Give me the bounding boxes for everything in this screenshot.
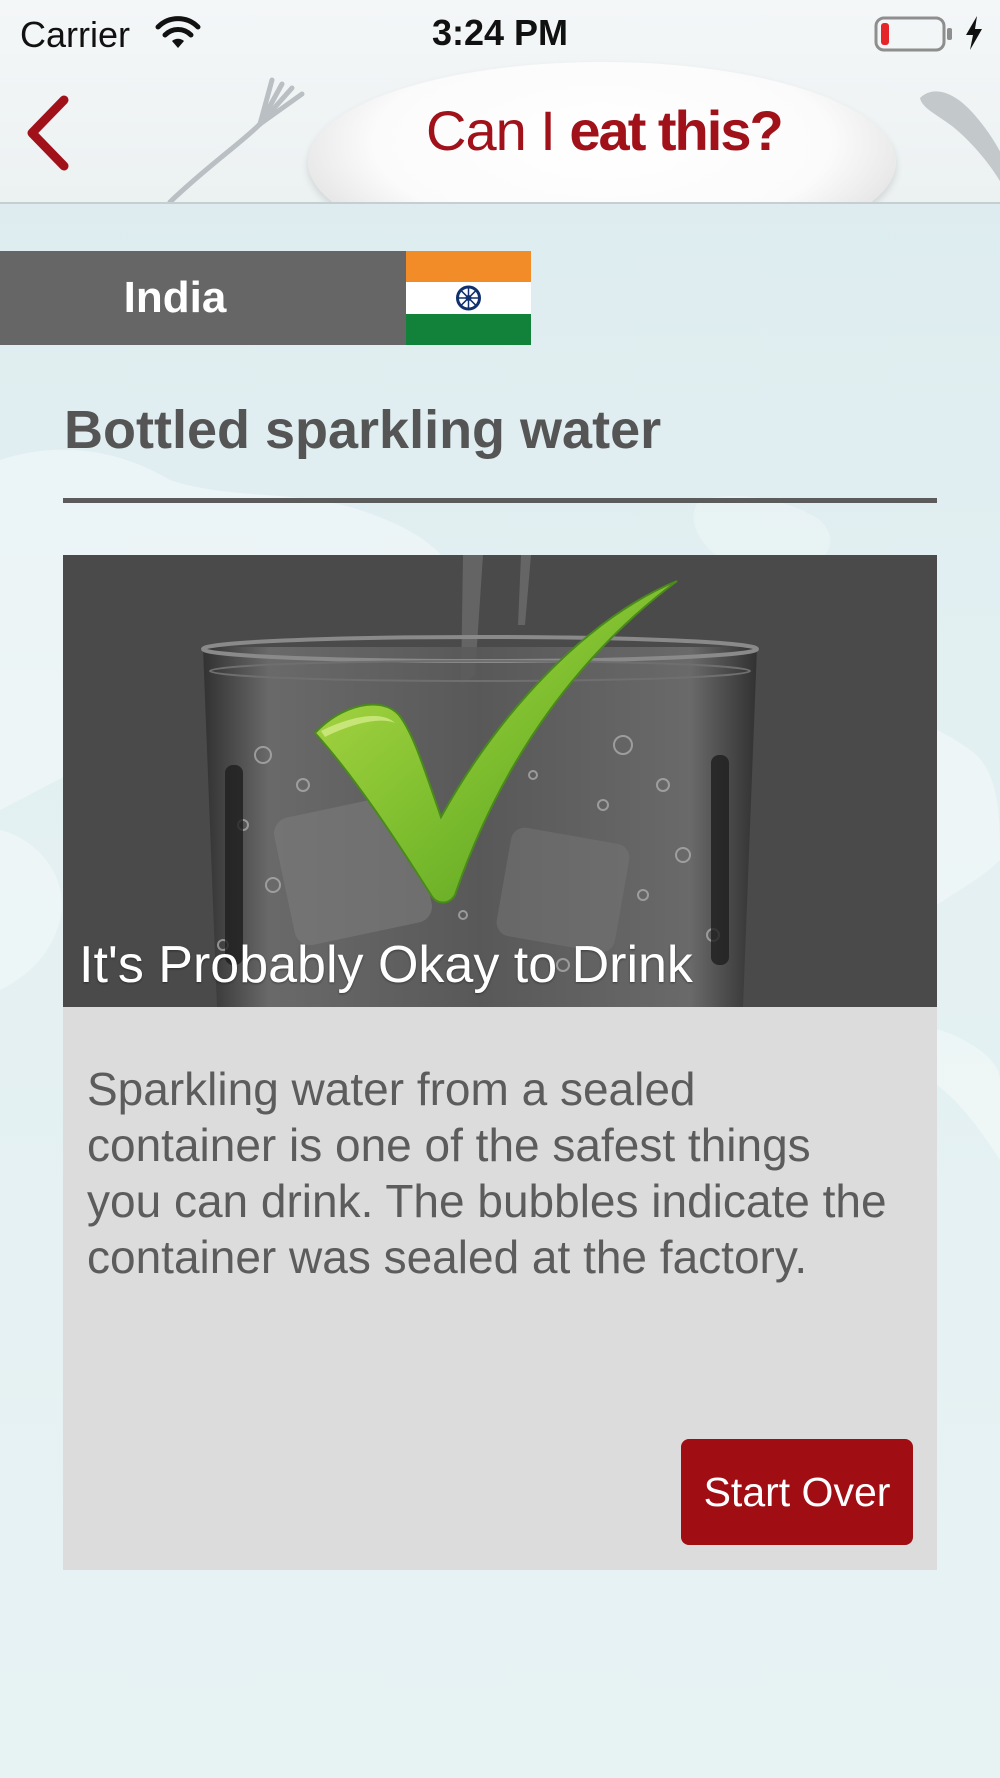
country-name: India [123,273,227,322]
country-bar: India [0,251,406,345]
item-description: Sparkling water from a sealed container … [87,1063,887,1283]
battery-low-icon [874,16,952,52]
india-flag-icon [406,251,531,345]
title-divider [63,498,937,503]
status-bar: Carrier 3:24 PM [0,0,1000,66]
description-panel: Sparkling water from a sealed container … [63,1007,937,1570]
knife-icon [920,91,1000,182]
verdict-label: It's Probably Okay to Drink [79,936,693,994]
charging-bolt-icon [966,16,982,50]
result-image: It's Probably Okay to Drink [63,555,937,1007]
status-time: 3:24 PM [431,12,569,53]
app-logo: Can I eat this? [426,98,786,164]
back-button[interactable] [14,90,84,176]
logo-text-bold: eat this? [569,99,783,162]
fork-icon [167,77,305,202]
item-title: Bottled sparkling water [64,400,662,460]
start-over-button[interactable]: Start Over [681,1439,913,1545]
logo-text-light: Can I [426,99,570,162]
